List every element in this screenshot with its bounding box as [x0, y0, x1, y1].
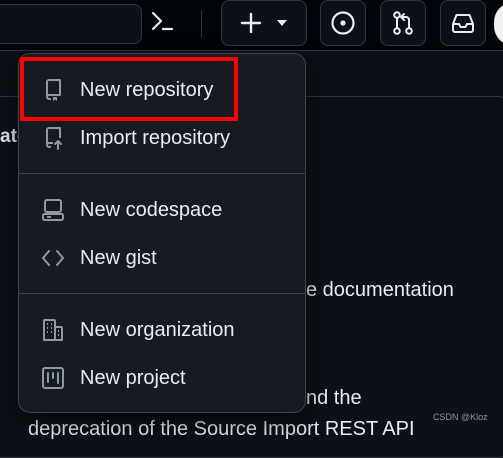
inbox-button[interactable] — [440, 0, 486, 46]
menu-item-label: New gist — [80, 246, 157, 269]
avatar[interactable] — [494, 2, 503, 46]
menu-item-label: Import repository — [80, 126, 231, 149]
issues-button[interactable] — [320, 0, 366, 46]
inbox-icon — [450, 11, 476, 35]
menu-item-label: New repository — [80, 78, 214, 101]
menu-item-new-repository[interactable]: New repository — [27, 67, 297, 113]
menu-item-new-codespace[interactable]: New codespace — [27, 187, 297, 233]
top-navigation-bar — [0, 0, 503, 51]
menu-item-new-project[interactable]: New project — [27, 355, 297, 401]
code-icon — [41, 246, 65, 270]
repo-push-icon — [41, 126, 65, 150]
repo-icon — [41, 78, 65, 102]
project-icon — [41, 366, 65, 390]
menu-divider — [19, 173, 305, 174]
watermark: CSDN @Kloz — [433, 412, 488, 422]
menu-item-new-organization[interactable]: New organization — [27, 307, 297, 353]
menu-item-import-repository[interactable]: Import repository — [27, 115, 297, 161]
menu-item-label: New project — [80, 366, 186, 389]
terminal-icon — [150, 10, 174, 37]
menu-divider — [19, 293, 305, 294]
organization-icon — [41, 318, 65, 342]
menu-item-label: New organization — [80, 318, 235, 341]
pull-requests-button[interactable] — [380, 0, 426, 46]
command-palette-button[interactable] — [138, 4, 186, 42]
body-text-line: deprecation of the Source Import REST AP… — [28, 418, 415, 440]
body-text-fragment: e documentation — [306, 279, 454, 301]
plus-icon — [240, 12, 262, 34]
codespaces-icon — [41, 198, 65, 222]
create-new-button[interactable] — [221, 0, 307, 46]
search-input[interactable] — [0, 4, 142, 44]
menu-item-new-gist[interactable]: New gist — [27, 235, 297, 281]
issue-opened-icon — [330, 10, 356, 36]
toolbar-divider — [201, 10, 202, 38]
body-text-fragment: nd the — [306, 387, 362, 409]
menu-item-label: New codespace — [80, 198, 223, 221]
create-new-dropdown-menu: New repository Import repository New cod… — [18, 53, 306, 413]
git-pull-request-icon — [390, 10, 416, 36]
triangle-down-icon — [276, 19, 288, 27]
